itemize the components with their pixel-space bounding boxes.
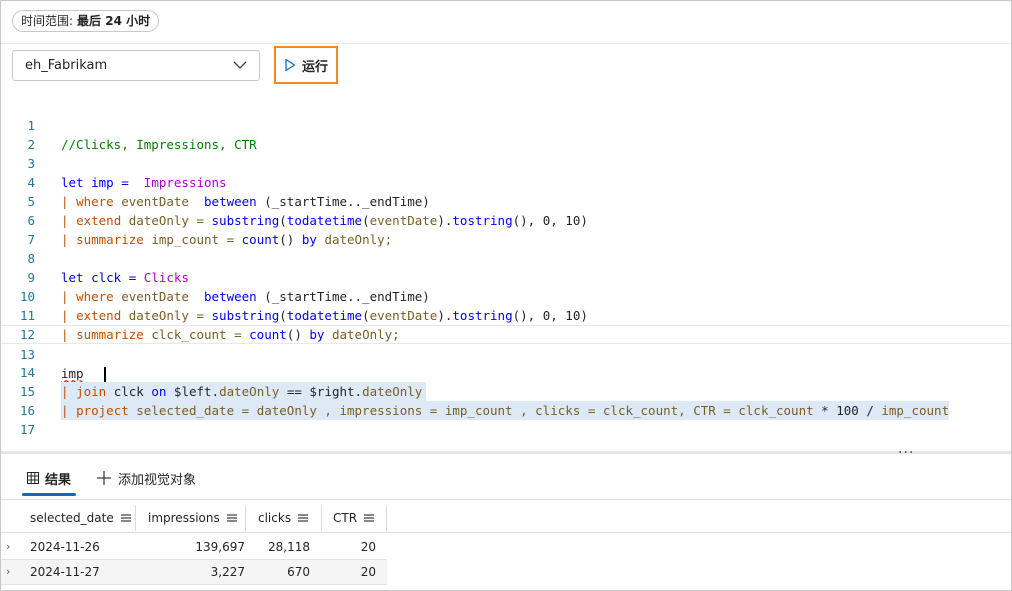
- run-button[interactable]: 运行: [274, 46, 338, 84]
- plus-icon: [97, 471, 111, 485]
- line-number: 17: [19, 422, 35, 437]
- code-line: 14 | join clck on $left.dateOnly == $rig…: [1, 344, 1011, 401]
- play-icon: [285, 58, 296, 72]
- column-header-label: CTR: [333, 511, 358, 525]
- tab-add-visual-label: 添加视觉对象: [118, 472, 197, 488]
- code-line: 6 | summarize imp_count = count() by dat…: [1, 192, 1011, 247]
- cell-clicks: 670: [287, 565, 310, 579]
- time-range-value: 最后 24 小时: [77, 14, 151, 28]
- code-line: 17: [1, 401, 1011, 437]
- time-range-filter[interactable]: 时间范围: 最后 24 小时: [12, 10, 160, 32]
- code-line: 5 | extend dateOnly = substring(todateti…: [1, 173, 1011, 228]
- code-line: 1 //Clicks, Impressions, CTR: [1, 97, 1011, 152]
- menu-icon[interactable]: [226, 513, 238, 523]
- column-header[interactable]: clicks: [246, 505, 322, 531]
- code-line: 9 | where eventDate between (_startTime.…: [1, 249, 1011, 304]
- column-header[interactable]: CTR: [322, 505, 387, 531]
- tab-results-label: 结果: [45, 472, 72, 488]
- code-line: 8 let clck = Clicks: [1, 230, 1011, 285]
- query-window: 时间范围: 最后 24 小时 eh_Fabrikam 运行 1 //Clicks…: [0, 0, 1012, 591]
- chevron-down-icon: [233, 61, 247, 69]
- code-line: 10 | extend dateOnly = substring(todatet…: [1, 268, 1011, 323]
- time-range-label: 时间范围:: [21, 14, 74, 28]
- table-row[interactable]: › 2024-11-26 139,697 28,118 20: [1, 535, 387, 560]
- table-top-border: [1, 499, 1011, 500]
- cell-ctr: 20: [360, 565, 376, 579]
- chevron-right-icon[interactable]: ›: [6, 535, 10, 559]
- pane-splitter[interactable]: [1, 451, 1011, 454]
- code-line: 2: [1, 116, 1011, 152]
- cell-selected-date: 2024-11-27: [30, 565, 100, 579]
- results-table-header: selected_date impressions clicks CTR: [1, 505, 387, 531]
- column-header[interactable]: impressions: [136, 505, 246, 531]
- code-line: 16: [1, 382, 1011, 418]
- tab-results[interactable]: 结果: [27, 463, 71, 493]
- cell-impressions: 3,227: [210, 565, 245, 579]
- code-line: 3 let imp = Impressions: [1, 135, 1011, 190]
- cell-selected-date: 2024-11-26: [30, 540, 100, 554]
- column-header[interactable]: selected_date: [20, 505, 136, 531]
- divider: [1, 43, 1011, 44]
- database-select[interactable]: eh_Fabrikam: [12, 50, 260, 81]
- code-line: 4 | where eventDate between (_startTime.…: [1, 154, 1011, 209]
- active-tab-indicator: [22, 493, 76, 496]
- menu-icon[interactable]: [363, 513, 375, 523]
- code-line: 7: [1, 211, 1011, 247]
- menu-icon[interactable]: [120, 513, 132, 523]
- run-button-label: 运行: [301, 59, 328, 75]
- column-header-label: impressions: [148, 511, 220, 525]
- code-editor[interactable]: 1 //Clicks, Impressions, CTR 2 3 let imp…: [1, 97, 1011, 437]
- table-header-border: [1, 532, 1011, 533]
- cell-impressions: 139,697: [195, 540, 245, 554]
- grid-icon: [27, 472, 39, 484]
- cell-clicks: 28,118: [268, 540, 310, 554]
- table-row[interactable]: › 2024-11-27 3,227 670 20: [1, 560, 387, 585]
- tab-add-visual[interactable]: 添加视觉对象: [96, 463, 196, 493]
- code-line: 15 | project selected_date = dateOnly , …: [1, 363, 1011, 420]
- database-selected-value: eh_Fabrikam: [25, 58, 108, 73]
- code-line: 11 | summarize clck_count = count() by d…: [1, 287, 1011, 342]
- code-line-current: 13 imp: [1, 325, 1011, 383]
- cell-ctr: 20: [360, 540, 376, 554]
- menu-icon[interactable]: [297, 513, 309, 523]
- code-line: 12: [1, 306, 1011, 342]
- chevron-right-icon[interactable]: ›: [6, 560, 10, 584]
- column-header-label: clicks: [258, 511, 292, 525]
- column-header-label: selected_date: [30, 511, 114, 525]
- more-icon[interactable]: ···: [898, 445, 914, 461]
